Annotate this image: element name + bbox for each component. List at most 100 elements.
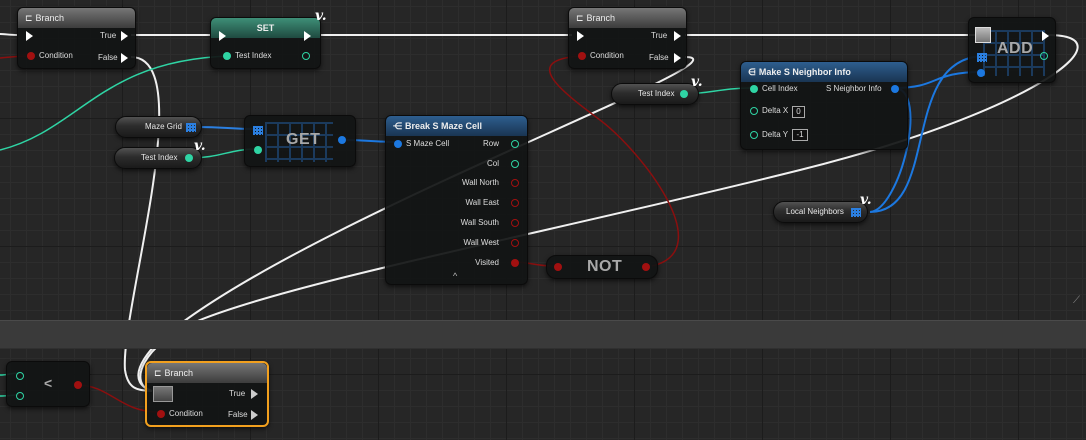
condition-label: Condition [39, 51, 73, 60]
index-out-pin[interactable] [1040, 52, 1048, 60]
condition-pin[interactable] [27, 52, 35, 60]
condition-label: Condition [590, 51, 624, 60]
exec-in-pin[interactable] [577, 31, 584, 41]
false-exec-pin[interactable] [674, 53, 681, 63]
bool-in-pin[interactable] [554, 263, 562, 271]
delta-x-field[interactable]: 0 [792, 106, 805, 118]
int-out-pin[interactable] [680, 90, 688, 98]
node-title: GET [286, 131, 321, 148]
node-header: ⋳ Make S Neighbor Info [741, 62, 907, 82]
exec-out-pin[interactable] [304, 31, 311, 41]
exec-in-pin[interactable] [153, 386, 173, 402]
set-variable-node[interactable]: SET Test Index [210, 17, 321, 69]
index-in-pin[interactable] [254, 146, 262, 154]
false-exec-pin[interactable] [251, 410, 258, 420]
exec-out-pin[interactable] [1042, 31, 1049, 41]
wall-south-out-pin[interactable] [511, 219, 519, 227]
add-array-node[interactable]: ADD [968, 17, 1056, 83]
condition-pin[interactable] [578, 52, 586, 60]
struct-out-pin[interactable] [338, 136, 346, 144]
make-struct-icon: ⋳ [748, 67, 756, 77]
exec-in-pin[interactable] [975, 27, 991, 43]
delta-x-label: Delta X [762, 106, 789, 115]
false-label: False [649, 53, 669, 62]
branch-icon: ⊏ [25, 13, 33, 23]
get-array-node[interactable]: GET [244, 115, 356, 167]
array-in-pin[interactable] [253, 126, 263, 135]
condition-label: Condition [169, 409, 203, 418]
maze-grid-variable[interactable]: Maze Grid [115, 116, 202, 138]
b-in-pin[interactable] [16, 392, 24, 400]
set-pin-label: Test Index [235, 51, 272, 60]
a-in-pin[interactable] [16, 372, 24, 380]
true-exec-pin[interactable] [674, 31, 681, 41]
false-exec-pin[interactable] [121, 53, 128, 63]
wall-east-out-pin[interactable] [511, 199, 519, 207]
test-index-variable[interactable]: Test Index [114, 147, 202, 169]
not-boolean-node[interactable]: NOT [546, 255, 658, 279]
exec-in-pin[interactable] [219, 31, 226, 41]
variable-marker-icon: v. [691, 74, 703, 90]
break-struct-icon: ⋲ [393, 121, 402, 131]
break-struct-node[interactable]: ⋲ Break S Maze Cell S Maze Cell Row Col W… [385, 115, 528, 285]
delta-x-in-pin[interactable] [750, 107, 758, 115]
output-label: S Neighbor Info [826, 84, 882, 93]
true-label: True [651, 31, 668, 40]
test-index-out-pin[interactable] [302, 52, 310, 60]
delta-y-field[interactable]: -1 [792, 129, 808, 141]
s-maze-cell-in-pin[interactable] [394, 140, 402, 148]
array-in-pin[interactable] [977, 53, 987, 62]
delta-y-in-pin[interactable] [750, 131, 758, 139]
branch-node-top-left[interactable]: ⊏ Branch Condition True False [17, 7, 136, 69]
node-header: ⊏ Branch [569, 8, 686, 28]
true-label: True [229, 389, 246, 398]
variable-marker-icon: v. [860, 192, 872, 208]
wall-north-label: Wall North [461, 178, 499, 187]
array-out-pin[interactable] [186, 123, 196, 132]
node-title: Break S Maze Cell [405, 121, 483, 131]
node-title: Make S Neighbor Info [758, 67, 851, 77]
bool-out-pin[interactable] [642, 263, 650, 271]
test-index-variable[interactable]: Test Index [611, 83, 699, 105]
local-neighbors-variable[interactable]: Local Neighbors [773, 201, 868, 223]
node-header: ⊏ Branch [147, 363, 267, 383]
graph-canvas[interactable]: ⟋ ⊏ Branch Condition True False SET Test … [0, 0, 1086, 440]
branch-node-top-mid[interactable]: ⊏ Branch Condition True False [568, 7, 687, 69]
col-label: Col [486, 159, 499, 168]
node-title: SET [256, 23, 275, 33]
cell-index-label: Cell Index [762, 84, 798, 93]
less-than-node[interactable]: < [6, 361, 90, 407]
condition-pin[interactable] [157, 410, 165, 418]
exec-in-pin[interactable] [26, 31, 33, 41]
node-header: ⋲ Break S Maze Cell [386, 116, 527, 136]
wall-east-label: Wall East [465, 198, 500, 207]
col-out-pin[interactable] [511, 160, 519, 168]
true-exec-pin[interactable] [251, 389, 258, 399]
make-struct-node[interactable]: ⋳ Make S Neighbor Info Cell Index S Neigh… [740, 61, 908, 150]
false-label: False [98, 53, 118, 62]
node-title: < [44, 375, 53, 391]
node-title: ADD [997, 40, 1034, 57]
true-exec-pin[interactable] [121, 31, 128, 41]
node-title: Branch [164, 368, 194, 378]
wall-west-label: Wall West [463, 238, 499, 247]
wall-north-out-pin[interactable] [511, 179, 519, 187]
comment-resize-grip[interactable]: ⟋ [1073, 296, 1083, 306]
wall-west-out-pin[interactable] [511, 239, 519, 247]
row-label: Row [482, 139, 499, 148]
expand-chevron-icon[interactable]: ^ [453, 271, 457, 281]
variable-marker-icon: v. [315, 8, 327, 24]
int-out-pin[interactable] [185, 154, 193, 162]
comment-box-header[interactable] [0, 320, 1086, 349]
s-neighbor-info-out-pin[interactable] [891, 85, 899, 93]
bool-out-pin[interactable] [74, 381, 82, 389]
visited-out-pin[interactable] [511, 259, 519, 267]
row-out-pin[interactable] [511, 140, 519, 148]
array-out-pin[interactable] [851, 208, 861, 217]
test-index-in-pin[interactable] [223, 52, 231, 60]
branch-node-selected[interactable]: ⊏ Branch Condition True False [145, 361, 269, 427]
item-in-pin[interactable] [977, 69, 985, 77]
wall-south-label: Wall South [460, 218, 499, 227]
exec-wire [0, 33, 18, 36]
cell-index-in-pin[interactable] [750, 85, 758, 93]
